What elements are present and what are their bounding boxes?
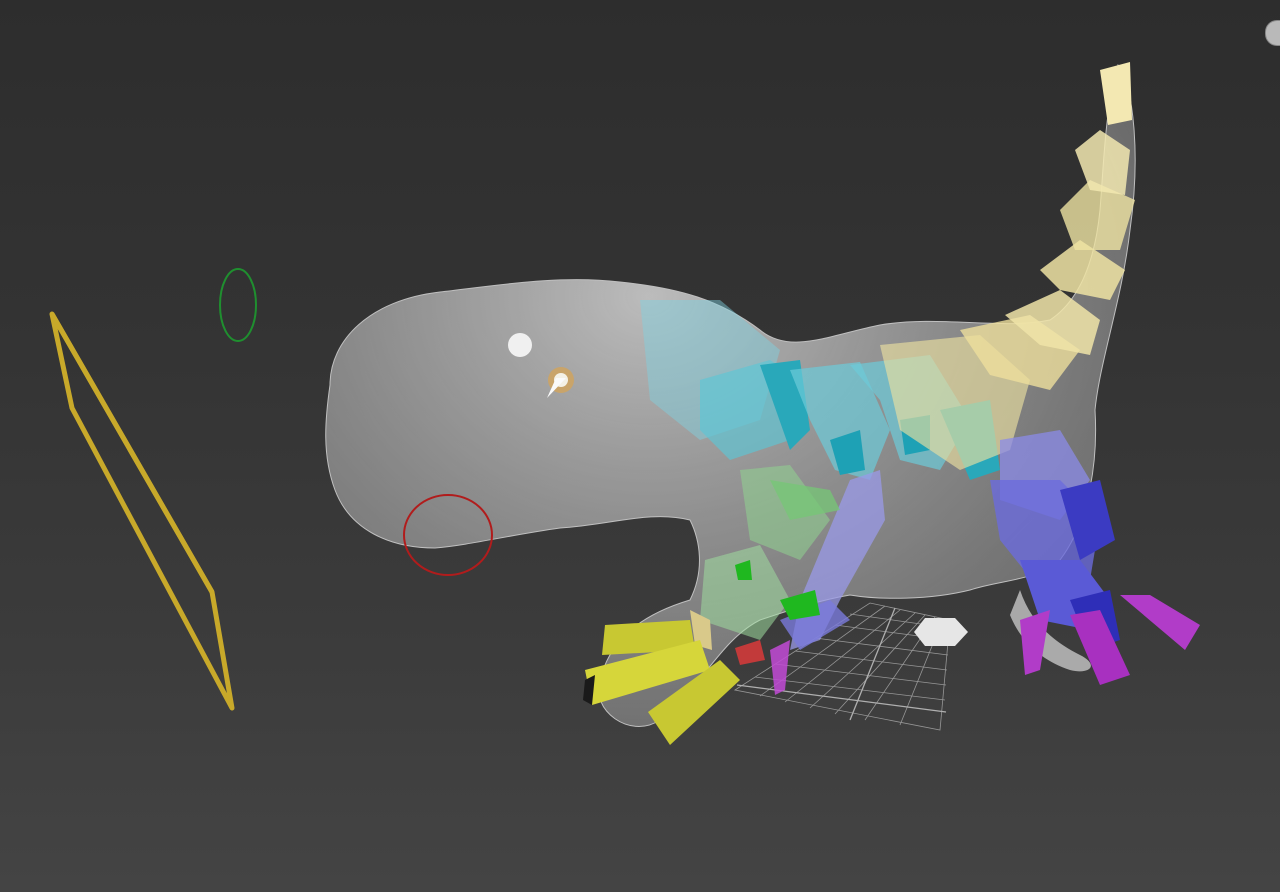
ik-target-circle[interactable]	[219, 268, 257, 342]
tail-bones[interactable]	[880, 62, 1135, 470]
scene-canvas[interactable]	[0, 0, 1280, 892]
perspective-viewport[interactable]	[0, 0, 1280, 892]
camera-plane-helper[interactable]	[49, 311, 235, 711]
viewcube-icon[interactable]	[1265, 20, 1280, 46]
point-helper[interactable]	[914, 618, 968, 646]
